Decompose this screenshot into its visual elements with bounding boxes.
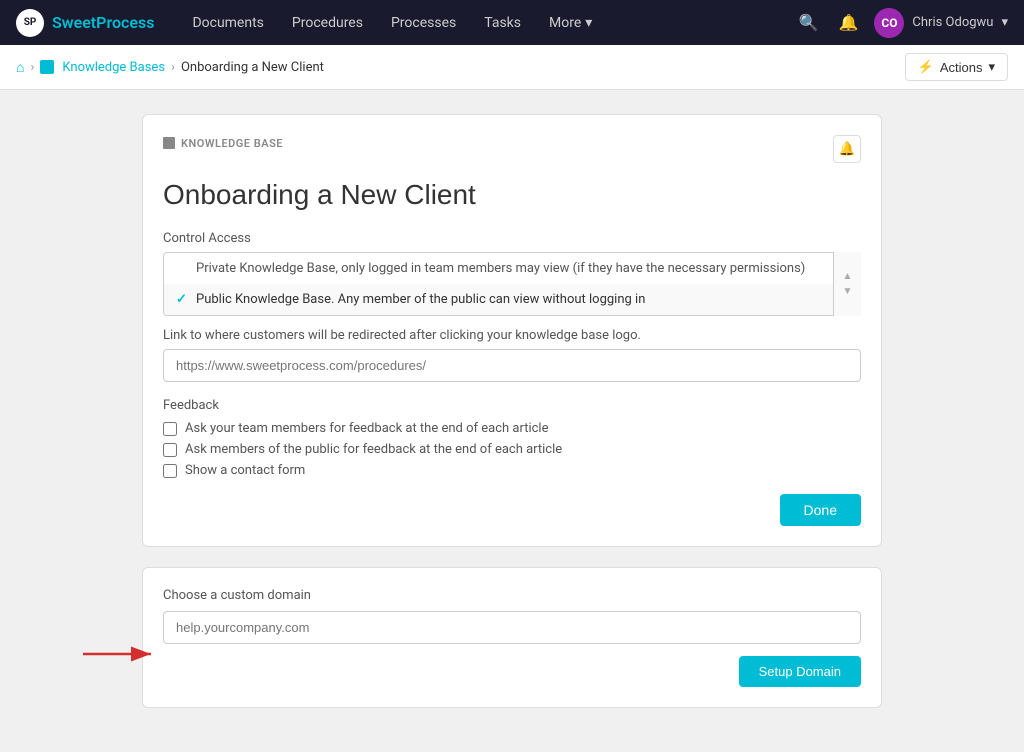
- done-button[interactable]: Done: [780, 494, 861, 526]
- nav-tasks[interactable]: Tasks: [470, 0, 535, 45]
- redirect-link-input[interactable]: [163, 349, 861, 382]
- section-icon: [163, 137, 175, 149]
- dropdown-scroll[interactable]: ▲ ▼: [833, 252, 861, 316]
- redirect-link-label: Link to where customers will be redirect…: [163, 328, 861, 343]
- feedback-contact-checkbox[interactable]: [163, 464, 177, 478]
- control-access-dropdown[interactable]: Private Knowledge Base, only logged in t…: [163, 252, 861, 316]
- nav-right: 🔍 🔔 CO Chris Odogwu ▾: [795, 8, 1008, 38]
- breadcrumb-bar: ⌂ › Knowledge Bases › Onboarding a New C…: [0, 45, 1024, 90]
- breadcrumb-sep-2: ›: [171, 60, 175, 75]
- public-option-text: Public Knowledge Base. Any member of the…: [196, 292, 645, 307]
- lightning-icon: ⚡: [918, 59, 934, 75]
- user-avatar: CO: [874, 8, 904, 38]
- section-label: KNOWLEDGE BASE: [163, 137, 283, 150]
- done-row: Done: [163, 494, 861, 526]
- actions-label: Actions: [940, 60, 983, 75]
- home-icon: ⌂: [16, 60, 24, 76]
- logo-icon: SP: [16, 9, 44, 37]
- actions-chevron-icon: ▾: [988, 59, 995, 75]
- feedback-team-row: Ask your team members for feedback at th…: [163, 421, 861, 436]
- feedback-public-row: Ask members of the public for feedback a…: [163, 442, 861, 457]
- bell-button[interactable]: 🔔: [835, 9, 863, 37]
- nav-logo[interactable]: SP SweetProcess: [16, 9, 154, 37]
- chevron-down-icon: ▾: [585, 15, 592, 31]
- dropdown-open: Private Knowledge Base, only logged in t…: [163, 252, 861, 316]
- nav-links: Documents Procedures Processes Tasks Mor…: [178, 0, 794, 45]
- main-content: KNOWLEDGE BASE 🔔 Control Access Private …: [62, 90, 962, 752]
- setup-domain-row: Setup Domain: [163, 656, 861, 687]
- nav-processes[interactable]: Processes: [377, 0, 470, 45]
- kb-link[interactable]: Knowledge Bases: [62, 60, 165, 75]
- private-option-text: Private Knowledge Base, only logged in t…: [196, 261, 805, 276]
- search-button[interactable]: 🔍: [795, 9, 823, 37]
- feedback-public-checkbox[interactable]: [163, 443, 177, 457]
- navbar: SP SweetProcess Documents Procedures Pro…: [0, 0, 1024, 45]
- breadcrumb: ⌂ › Knowledge Bases › Onboarding a New C…: [16, 59, 324, 76]
- no-check-icon: [176, 261, 190, 276]
- scroll-down-icon[interactable]: ▼: [843, 286, 853, 297]
- red-arrow-icon: [83, 639, 163, 669]
- user-name: Chris Odogwu: [912, 15, 993, 30]
- breadcrumb-sep-1: ›: [30, 60, 34, 75]
- page-title-input[interactable]: [163, 175, 861, 215]
- scroll-up-icon[interactable]: ▲: [843, 271, 853, 282]
- actions-button[interactable]: ⚡ Actions ▾: [905, 53, 1008, 81]
- nav-procedures[interactable]: Procedures: [278, 0, 377, 45]
- nav-documents[interactable]: Documents: [178, 0, 277, 45]
- arrow-container: [83, 639, 163, 669]
- check-icon: ✓: [176, 292, 190, 307]
- nav-more[interactable]: More ▾: [535, 0, 606, 45]
- custom-domain-label: Choose a custom domain: [163, 588, 861, 603]
- custom-domain-card: Choose a custom domain Setup Domain: [142, 567, 882, 708]
- feedback-public-label: Ask members of the public for feedback a…: [185, 442, 562, 457]
- control-access-label: Control Access: [163, 231, 861, 246]
- kb-card: KNOWLEDGE BASE 🔔 Control Access Private …: [142, 114, 882, 547]
- dropdown-option-private[interactable]: Private Knowledge Base, only logged in t…: [164, 253, 860, 284]
- dropdown-option-public[interactable]: ✓ Public Knowledge Base. Any member of t…: [164, 284, 860, 315]
- logo-text: SweetProcess: [52, 13, 154, 32]
- feedback-section: Feedback Ask your team members for feedb…: [163, 398, 861, 478]
- nav-user[interactable]: CO Chris Odogwu ▾: [874, 8, 1008, 38]
- custom-domain-input[interactable]: [163, 611, 861, 644]
- feedback-team-label: Ask your team members for feedback at th…: [185, 421, 548, 436]
- feedback-team-checkbox[interactable]: [163, 422, 177, 436]
- breadcrumb-current: Onboarding a New Client: [181, 60, 324, 75]
- user-chevron-icon: ▾: [1001, 15, 1008, 30]
- setup-domain-button[interactable]: Setup Domain: [739, 656, 861, 687]
- home-link[interactable]: ⌂: [16, 59, 24, 76]
- kb-bell-button[interactable]: 🔔: [833, 135, 861, 163]
- feedback-label: Feedback: [163, 398, 861, 413]
- feedback-contact-row: Show a contact form: [163, 463, 861, 478]
- kb-icon: [40, 60, 54, 74]
- feedback-contact-label: Show a contact form: [185, 463, 305, 478]
